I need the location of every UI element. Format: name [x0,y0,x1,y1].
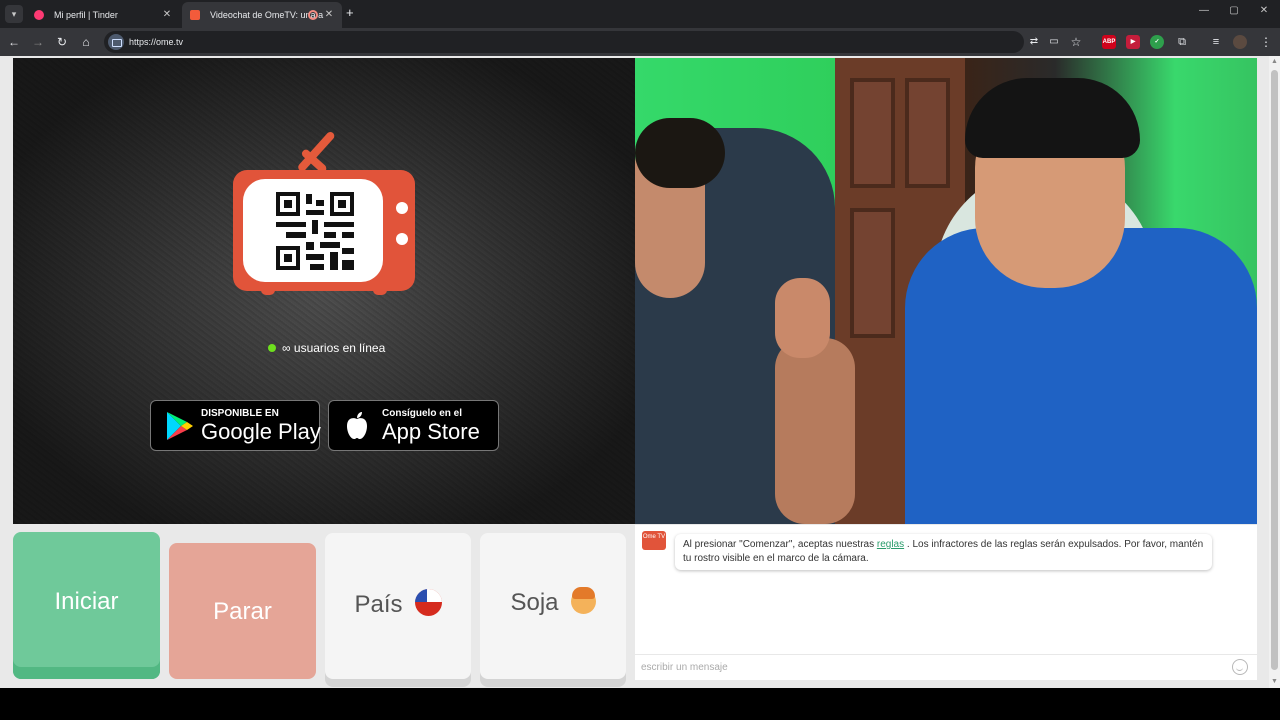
page: ∞ usuarios en línea DISPONIBLE EN Google… [0,56,1280,688]
browser-toolbar: ← → ↻ ⌂ https://ome.tv ⇄ ▭ ☆ ABP ▶ ✓ ⧉ ≡… [0,28,1280,56]
start-label: Iniciar [54,588,119,615]
country-button[interactable]: País [325,533,471,679]
stop-button[interactable]: Parar [169,543,316,679]
chile-flag-icon [414,589,442,616]
qr-code [276,192,354,270]
window-close-icon[interactable]: ✕ [1254,5,1274,16]
app-store-big-text: App Store [382,419,480,444]
puzzle-icon[interactable]: ⧉ [1174,34,1190,50]
app-store-small-text: Consíguelo en el [382,408,463,419]
online-count: ∞ usuarios en línea [268,341,385,355]
reload-icon[interactable]: ↻ [54,34,70,50]
chat-panel: Ome TV Al presionar "Comenzar", aceptas … [635,525,1257,680]
app-store-badge[interactable]: Consíguelo en el App Store [328,400,499,451]
self-video [635,58,1257,524]
ometv-logo [233,130,415,299]
star-icon[interactable]: ☆ [1068,34,1084,50]
close-icon[interactable]: ✕ [322,2,336,28]
scrollbar[interactable]: ▲ ▼ [1269,56,1280,688]
minimize-icon[interactable]: — [1194,5,1214,16]
rules-link[interactable]: reglas [877,539,904,550]
country-label: País [354,591,403,618]
scroll-down-icon[interactable]: ▼ [1271,678,1278,685]
tab-label: Mi perfil | Tinder [54,10,118,20]
address-bar[interactable]: https://ome.tv [104,31,1024,53]
google-play-badge[interactable]: DISPONIBLE EN Google Play [150,400,321,451]
partner-video-placeholder: ∞ usuarios en línea DISPONIBLE EN Google… [13,58,635,524]
google-play-icon [167,412,193,440]
tab-search-icon[interactable]: ▾ [5,5,23,23]
ometv-icon [190,10,200,20]
url-text: https://ome.tv [129,37,184,47]
shield-icon[interactable]: ✓ [1150,35,1164,49]
chat-input-row [635,654,1257,679]
apple-icon [347,412,367,439]
online-dot-icon [268,344,276,352]
forward-icon[interactable]: → [30,34,46,50]
tinder-icon [34,10,44,20]
message-input[interactable] [641,658,1221,676]
scrollbar-thumb[interactable] [1271,70,1278,670]
gender-label: Soja [510,589,559,616]
google-play-small-text: DISPONIBLE EN [201,408,279,419]
start-button[interactable]: Iniciar [13,532,160,679]
translate-icon[interactable]: ⇄ [1026,34,1042,50]
media-icon[interactable]: ≡ [1208,34,1224,50]
close-icon[interactable]: ✕ [160,2,174,28]
profile-icon[interactable] [1233,35,1247,49]
home-icon[interactable]: ⌂ [78,34,94,50]
online-text: ∞ usuarios en línea [282,341,386,355]
site-info-icon[interactable] [108,34,124,50]
cast-icon[interactable]: ▭ [1046,34,1062,50]
message-text: Al presionar "Comenzar", aceptas nuestra… [683,539,877,550]
tab-strip: ▾ Mi perfil | Tinder ✕ Videochat de OmeT… [0,0,1280,28]
recording-icon [308,10,318,20]
smile-icon[interactable] [1232,659,1248,675]
back-icon[interactable]: ← [6,34,22,50]
gender-button[interactable]: Soja [480,533,626,679]
restore-icon[interactable]: ▢ [1224,5,1244,16]
scroll-up-icon[interactable]: ▲ [1271,58,1278,65]
tab-ometv[interactable]: Videochat de OmeTV: una a ✕ [182,2,342,28]
extension-icon[interactable]: ▶ [1126,35,1140,49]
menu-icon[interactable]: ⋮ [1258,34,1274,50]
stop-label: Parar [213,598,272,625]
tab-label: Videochat de OmeTV: una a [210,10,324,20]
abp-icon[interactable]: ABP [1102,35,1116,49]
ometv-chat-logo: Ome TV [642,531,666,550]
google-play-big-text: Google Play [201,419,321,444]
tab-tinder[interactable]: Mi perfil | Tinder ✕ [26,2,180,28]
system-message: Al presionar "Comenzar", aceptas nuestra… [675,534,1212,570]
boy-emoji-icon [570,587,596,614]
new-tab-button[interactable]: + [346,6,354,20]
